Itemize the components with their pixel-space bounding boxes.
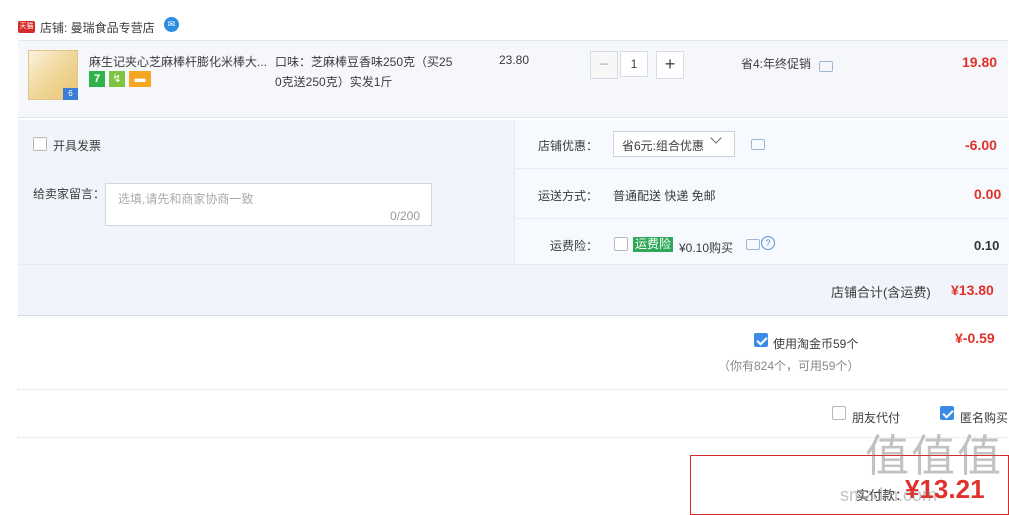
divider <box>514 168 1008 169</box>
divider <box>18 437 1008 439</box>
coins-note: （你有824个，可用59个） <box>718 359 860 373</box>
unit-price: 23.80 <box>499 53 530 67</box>
shipping-label: 运送方式： <box>538 189 599 203</box>
divider <box>514 218 1008 219</box>
store-total-value: ¥13.80 <box>951 282 994 298</box>
quantity-stepper: − 1 + <box>590 51 684 79</box>
anonymous-checkbox[interactable] <box>940 406 954 420</box>
message-char-count: 0/200 <box>390 209 421 223</box>
promo-info-icon[interactable] <box>819 61 833 72</box>
seven-day-return-icon: 7 <box>89 71 105 87</box>
discount-info-icon[interactable] <box>751 139 765 150</box>
quantity-input[interactable]: 1 <box>620 51 648 77</box>
promotion-text: 省4:年终促销 <box>741 57 812 71</box>
item-subtotal: 19.80 <box>962 54 998 70</box>
coins-checkbox[interactable] <box>754 333 768 347</box>
shipping-value: 0.00 <box>974 186 1002 202</box>
coins-value: ¥-0.59 <box>955 330 995 346</box>
shipping-method: 普通配送 快递 免邮 <box>613 189 716 203</box>
message-label: 给卖家留言： <box>33 187 106 201</box>
store-discount-label: 店铺优惠： <box>538 139 599 153</box>
help-icon[interactable]: ? <box>761 236 775 250</box>
quantity-plus-button[interactable]: + <box>656 51 684 79</box>
insurance-info-icon[interactable] <box>746 239 760 250</box>
store-discount-selected: 省6元:组合优惠 <box>622 139 705 153</box>
tmall-badge: 天猫 <box>18 21 35 33</box>
insurance-checkbox[interactable] <box>614 237 628 251</box>
quantity-minus-button[interactable]: − <box>590 51 618 79</box>
invoice-checkbox[interactable] <box>33 137 47 151</box>
item-row <box>18 40 1008 118</box>
seller-message-placeholder: 选填,请先和商家协商一致 <box>118 192 254 206</box>
watermark-text: smzdm.com <box>840 485 938 505</box>
insurance-tag: 运费险 <box>633 237 674 252</box>
thumbnail-badge: 6 <box>63 88 78 100</box>
product-title[interactable]: 麻生记夹心芝麻棒杆膨化米棒大... <box>89 53 267 70</box>
divider <box>18 389 1008 391</box>
friend-pay-checkbox[interactable] <box>832 406 846 420</box>
insurance-value: 0.10 <box>974 238 1000 253</box>
insurance-label: 运费险： <box>550 239 599 253</box>
invoice-label: 开具发票 <box>53 139 102 153</box>
coins-label: 使用淘金币59个 <box>773 337 859 351</box>
watermark-logo: 值值值 <box>865 432 1003 481</box>
divider <box>18 264 1008 265</box>
insurance-price: ¥0.10购买 <box>679 241 734 255</box>
credit-card-icon: ▬ <box>129 71 151 87</box>
sku-line-1: 口味：芝麻棒豆香味250克（买25 <box>275 55 453 69</box>
guarantee-icon: ↯ <box>109 71 125 87</box>
chat-icon[interactable]: ✉ <box>164 17 179 32</box>
store-name[interactable]: 店铺: 曼瑞食品专营店 <box>40 19 155 36</box>
sku-line-2: 0克送250克）实发1斤 <box>275 75 393 89</box>
store-total-label: 店铺合计(含运费) <box>831 285 931 300</box>
store-discount-value: -6.00 <box>965 137 997 153</box>
